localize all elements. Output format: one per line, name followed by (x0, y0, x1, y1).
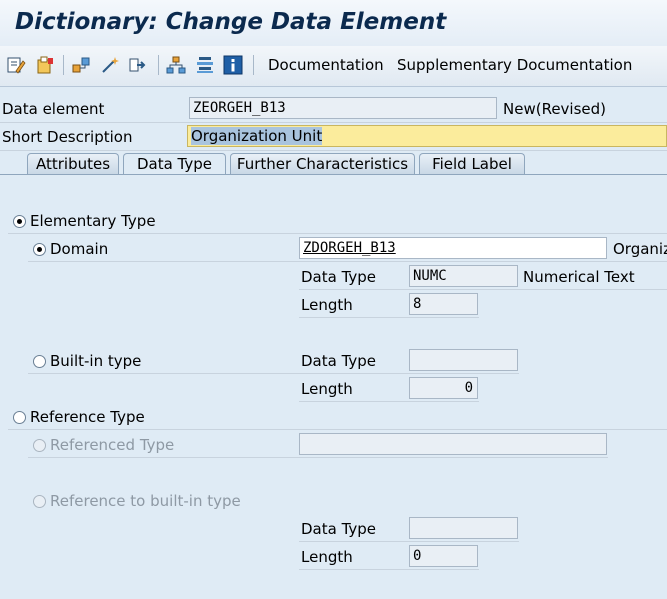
divider (28, 457, 608, 458)
divider (8, 233, 667, 234)
tab-field-label[interactable]: Field Label (419, 153, 525, 174)
divider (0, 150, 667, 151)
domain-label: Domain (50, 240, 109, 258)
divider (28, 261, 667, 262)
toolbar-separator (158, 55, 159, 75)
reference-builtin-radio (33, 495, 46, 508)
domain-data-type-field: NUMC (409, 265, 518, 287)
toolbar-separator (253, 55, 254, 75)
hierarchy-icon[interactable] (166, 55, 186, 75)
builtin-type-radio[interactable] (33, 355, 46, 368)
tab-data-type[interactable]: Data Type (123, 153, 226, 175)
toolbar-separator (63, 55, 64, 75)
tab-strip-line (0, 174, 667, 175)
divider (299, 401, 479, 402)
documentation-button[interactable]: Documentation (268, 56, 384, 74)
activate-icon[interactable] (35, 55, 55, 75)
builtin-length-label: Length (301, 380, 353, 398)
domain-data-type-label: Data Type (301, 268, 377, 286)
reference-length-label: Length (301, 548, 353, 566)
check-icon[interactable] (100, 55, 120, 75)
divider (299, 317, 479, 318)
data-element-field[interactable]: ZEORGEH_B13 (189, 97, 497, 119)
info-icon[interactable] (223, 55, 243, 75)
stack-icon[interactable] (195, 55, 215, 75)
referenced-type-field (299, 433, 607, 455)
data-element-label: Data element (2, 100, 105, 118)
reference-length-field: 0 (409, 545, 478, 567)
domain-data-type-text: Numerical Text (523, 268, 635, 286)
builtin-data-type-field[interactable] (409, 349, 518, 371)
divider (299, 541, 519, 542)
referenced-type-label: Referenced Type (50, 436, 175, 454)
display-change-icon[interactable] (6, 55, 26, 75)
page-title: Dictionary: Change Data Element (15, 9, 447, 35)
builtin-type-label: Built-in type (50, 352, 142, 370)
navigate-icon[interactable] (128, 55, 148, 75)
divider (299, 289, 667, 290)
where-used-icon[interactable] (71, 55, 91, 75)
supplementary-documentation-button[interactable]: Supplementary Documentation (397, 56, 632, 74)
builtin-length-field[interactable]: 0 (409, 377, 478, 399)
short-description-text: Organization Unit (191, 127, 323, 145)
short-description-field[interactable]: Organization Unit (187, 125, 667, 147)
status-text: New(Revised) (503, 100, 607, 118)
reference-data-type-field (409, 517, 518, 539)
elementary-type-label: Elementary Type (30, 212, 156, 230)
divider (8, 429, 667, 430)
divider (28, 373, 519, 374)
domain-length-field: 8 (409, 293, 478, 315)
domain-field[interactable]: ZDORGEH_B13 (299, 237, 607, 259)
divider (0, 122, 667, 123)
reference-type-label: Reference Type (30, 408, 145, 426)
reference-builtin-label: Reference to built-in type (50, 492, 241, 510)
tab-attributes[interactable]: Attributes (27, 153, 119, 174)
divider (299, 569, 479, 570)
short-description-label: Short Description (2, 128, 133, 146)
reference-type-radio[interactable] (13, 411, 26, 424)
domain-radio[interactable] (33, 243, 46, 256)
domain-description: Organiz (613, 240, 667, 258)
reference-data-type-label: Data Type (301, 520, 377, 538)
tab-further-characteristics[interactable]: Further Characteristics (230, 153, 415, 174)
referenced-type-radio (33, 439, 46, 452)
elementary-type-radio[interactable] (13, 215, 26, 228)
domain-length-label: Length (301, 296, 353, 314)
builtin-data-type-label: Data Type (301, 352, 377, 370)
